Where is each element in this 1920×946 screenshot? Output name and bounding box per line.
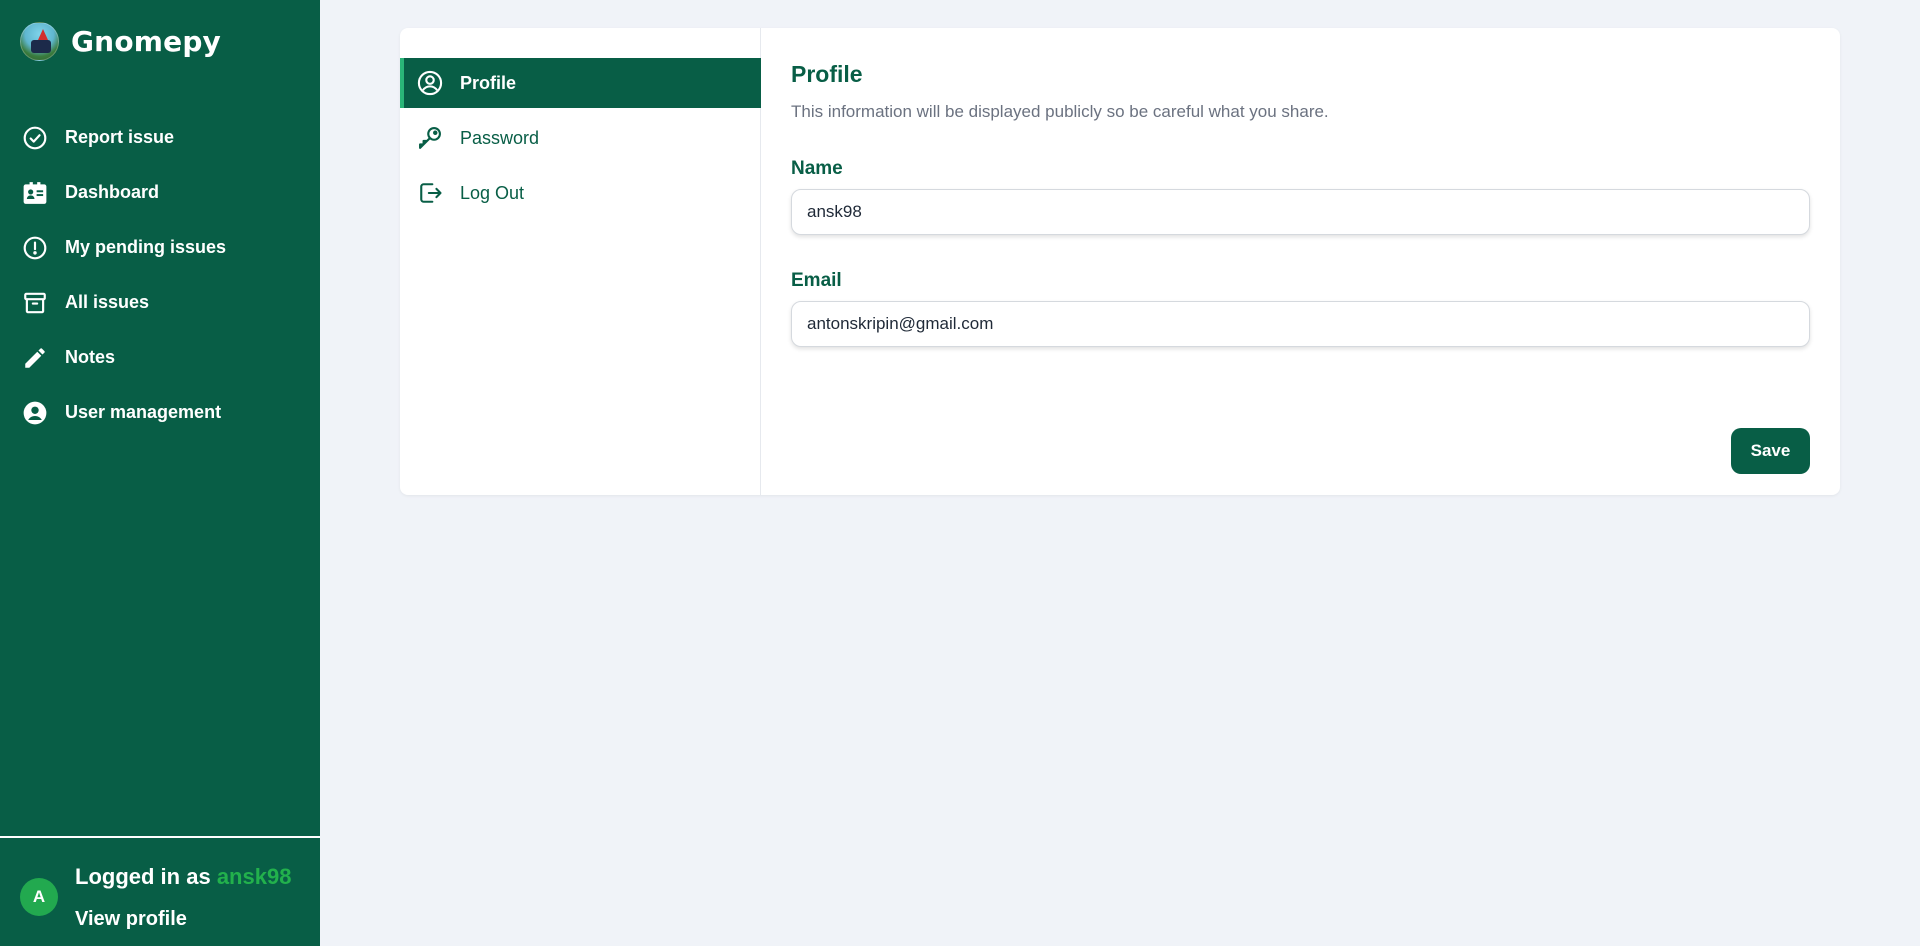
view-profile-link[interactable]: View profile: [75, 908, 187, 931]
page-description: This information will be displayed publi…: [791, 102, 1329, 121]
page-title: Profile: [791, 61, 863, 87]
sidebar-item-notes[interactable]: Notes: [0, 330, 320, 385]
sidebar-item-label: Dashboard: [65, 182, 160, 202]
settings-tab-profile[interactable]: Profile: [400, 58, 761, 108]
settings-tab-label: Password: [460, 127, 540, 148]
sidebar-item-label: Notes: [65, 347, 116, 367]
user-circle-icon: [22, 400, 48, 426]
brand[interactable]: Gnomepy: [20, 22, 221, 61]
sidebar-item-all-issues[interactable]: All issues: [0, 275, 320, 330]
sidebar-item-user-management[interactable]: User management: [0, 385, 320, 440]
settings-nav: Profile Password Log Out: [400, 28, 761, 495]
sidebar-item-dashboard[interactable]: Dashboard: [0, 165, 320, 220]
logged-in-text: Logged in as ansk98: [75, 864, 291, 890]
email-label: Email: [791, 270, 842, 291]
app-name: Gnomepy: [71, 25, 222, 58]
pencil-icon: [22, 345, 48, 371]
logged-in-prefix: Logged in as: [75, 864, 211, 889]
exclamation-circle-icon: [22, 235, 48, 261]
sidebar-item-my-pending-issues[interactable]: My pending issues: [0, 220, 320, 275]
sidebar-footer: A Logged in as ansk98 View profile: [0, 836, 320, 946]
logout-icon: [415, 178, 445, 208]
sidebar-item-label: Report issue: [65, 127, 175, 147]
archive-box-icon: [22, 290, 48, 316]
settings-tab-logout[interactable]: Log Out: [400, 168, 761, 218]
name-field[interactable]: [791, 189, 1810, 235]
check-circle-icon: [22, 125, 48, 151]
user-circle-outline-icon: [415, 68, 445, 98]
key-icon: [415, 123, 445, 153]
sidebar-nav: Report issue Dashboard My pending issues…: [0, 110, 320, 440]
save-button[interactable]: Save: [1731, 428, 1810, 474]
gnome-logo-icon: [20, 22, 59, 61]
avatar[interactable]: A: [20, 878, 58, 916]
settings-tab-label: Log Out: [460, 182, 525, 203]
settings-tab-label: Profile: [460, 72, 517, 93]
sidebar-item-label: All issues: [65, 292, 150, 312]
sidebar: Gnomepy Report issue Dashboard My pendin…: [0, 0, 320, 946]
sidebar-item-label: User management: [65, 402, 222, 422]
sidebar-item-label: My pending issues: [65, 237, 227, 257]
email-field[interactable]: [791, 301, 1810, 347]
logged-in-username: ansk98: [216, 864, 292, 889]
settings-tab-password[interactable]: Password: [400, 113, 761, 163]
profile-settings-card: Profile Password Log Out Profile This in…: [400, 28, 1840, 495]
sidebar-item-report-issue[interactable]: Report issue: [0, 110, 320, 165]
name-label: Name: [791, 158, 843, 179]
id-card-icon: [22, 180, 48, 206]
